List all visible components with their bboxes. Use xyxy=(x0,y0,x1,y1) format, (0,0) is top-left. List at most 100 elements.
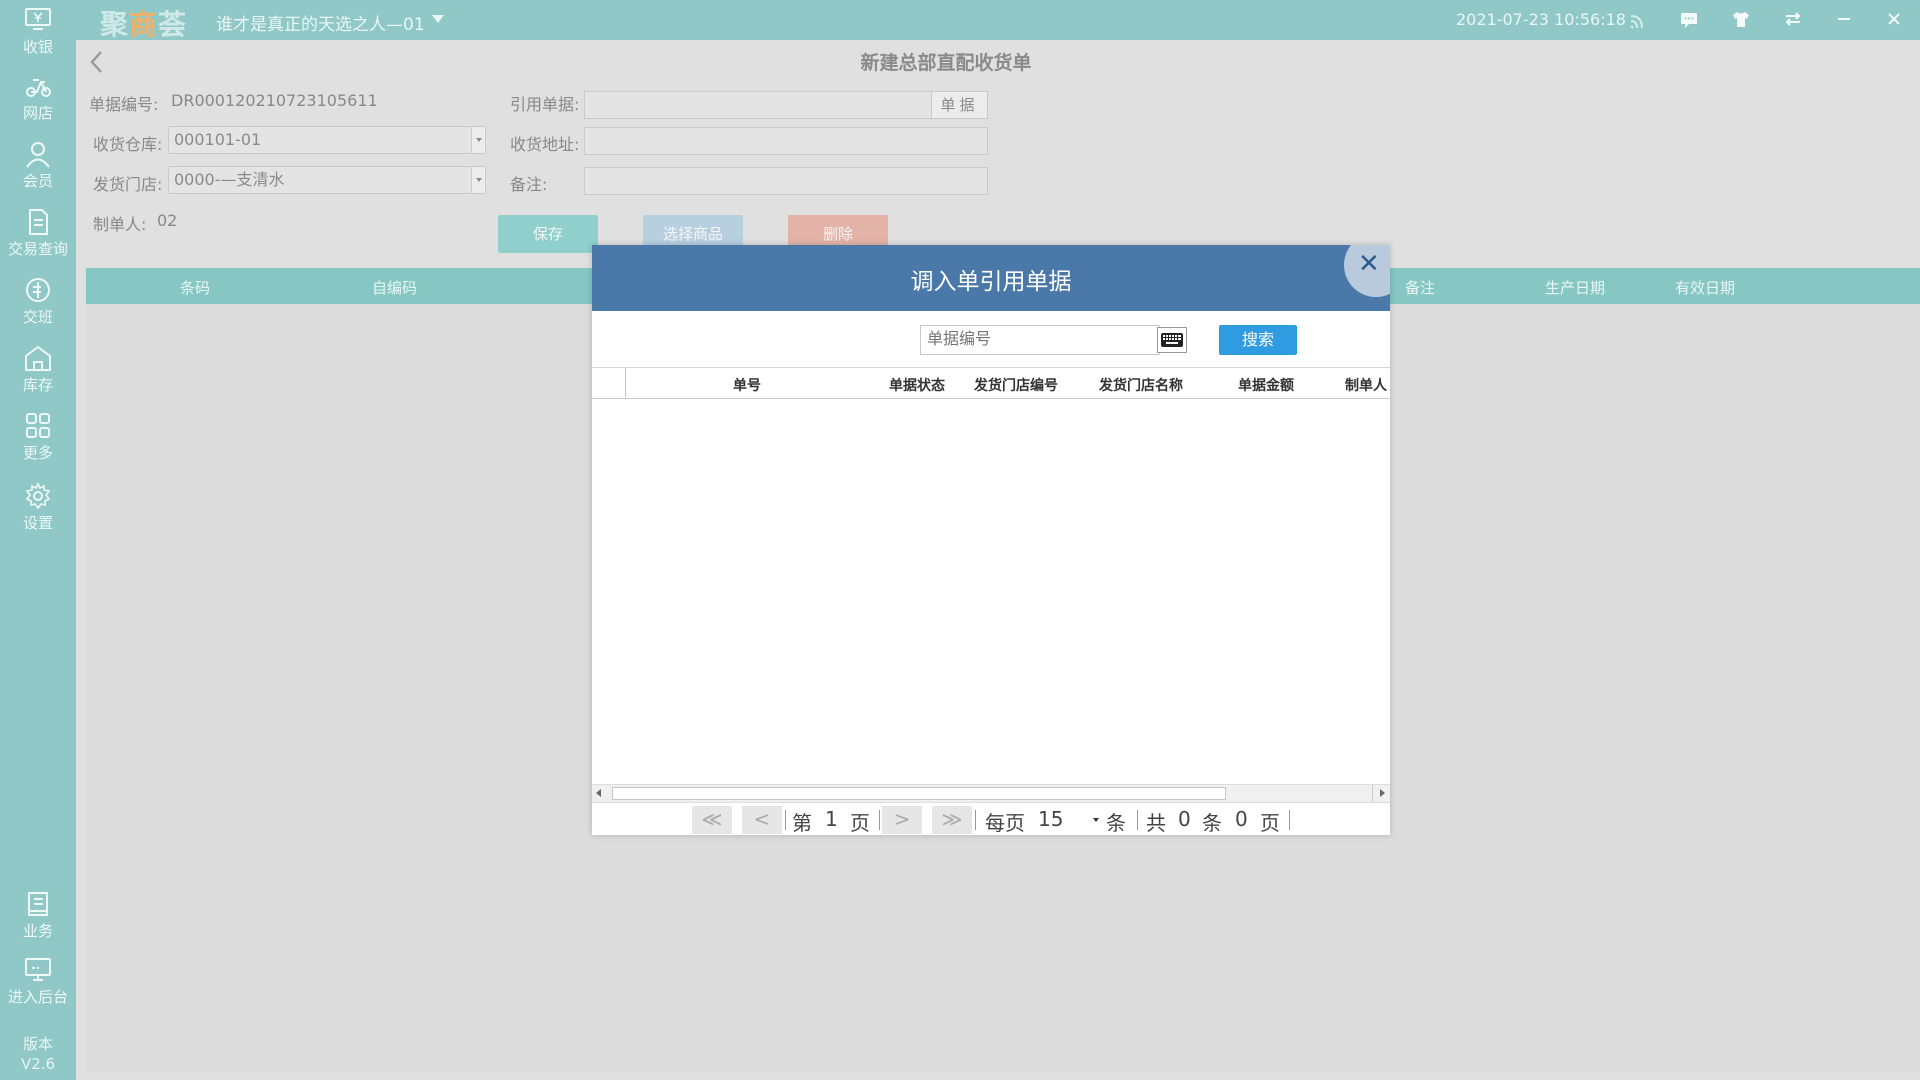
shirt-icon[interactable] xyxy=(1730,8,1754,32)
scroll-right-button[interactable] xyxy=(1372,785,1390,802)
first-page-button[interactable]: ≪ xyxy=(692,806,732,834)
keyboard-icon[interactable] xyxy=(1157,327,1187,353)
sidebar-item-backend[interactable]: 进入后台 xyxy=(0,956,76,1020)
total-pages: 0 xyxy=(1235,807,1248,831)
ref-doc-button[interactable]: 单据 xyxy=(931,92,987,118)
wifi-icon xyxy=(1628,8,1652,32)
page-prefix: 第 xyxy=(792,811,812,835)
minimize-icon[interactable] xyxy=(1833,8,1857,32)
divider xyxy=(1137,810,1138,830)
message-icon[interactable] xyxy=(1678,8,1702,32)
dialog-title: 调入单引用单据 xyxy=(910,269,1072,295)
monitor-icon xyxy=(25,958,51,981)
column-header[interactable]: 条码 xyxy=(180,277,210,298)
dialog-header: 调入单引用单据 ✕ xyxy=(592,245,1390,311)
scroll-right-icon[interactable] xyxy=(1380,789,1385,797)
sidebar-item-label: 设置 xyxy=(22,514,53,532)
sidebar: 收银 网店 会员 交易查询 交班 库存 更多 设置 业务 进入后台 版本 V2.… xyxy=(0,0,76,1080)
app-logo: 聚商荟 xyxy=(100,8,188,41)
total-pages-suffix: 页 xyxy=(1260,811,1280,835)
sidebar-item-label: 会员 xyxy=(22,172,53,190)
per-page-select[interactable]: 15 xyxy=(1038,807,1063,831)
column-header[interactable]: 发货门店编号 xyxy=(974,375,1058,395)
divider xyxy=(1289,810,1290,830)
maker-label: 制单人: xyxy=(93,215,147,234)
address-input[interactable] xyxy=(584,127,988,155)
pagination-bar: ≪ < 第 1 页 > ≫ 每页 15 条 共 0 条 0 页 xyxy=(592,802,1390,835)
reference-table-body xyxy=(592,399,1390,784)
close-icon[interactable] xyxy=(1883,8,1907,32)
version-number: V2.6 xyxy=(20,1055,56,1073)
sidebar-item-more[interactable]: 更多 xyxy=(0,412,76,476)
warehouse-label: 收货仓库: xyxy=(93,135,163,154)
gear-icon xyxy=(25,482,51,510)
column-header[interactable]: 制单人 xyxy=(1345,375,1387,395)
column-header[interactable]: 有效日期 xyxy=(1675,277,1735,298)
divider xyxy=(879,810,880,830)
sidebar-item-member[interactable]: 会员 xyxy=(0,140,76,204)
sidebar-item-inventory[interactable]: 库存 xyxy=(0,344,76,408)
sidebar-item-transactions[interactable]: 交易查询 xyxy=(0,208,76,272)
column-header[interactable]: 自编码 xyxy=(372,277,417,298)
chevron-down-icon[interactable] xyxy=(432,15,444,23)
column-header[interactable]: 单据状态 xyxy=(889,375,945,395)
horizontal-scrollbar[interactable] xyxy=(592,784,1390,802)
current-page-input[interactable]: 1 xyxy=(825,807,838,831)
grid-icon xyxy=(26,413,50,438)
switch-icon[interactable] xyxy=(1782,8,1806,32)
per-page-prefix: 每页 xyxy=(985,811,1025,835)
page-suffix: 页 xyxy=(850,811,870,835)
sidebar-item-label: 业务 xyxy=(22,922,53,940)
sidebar-item-label: 交易查询 xyxy=(7,240,68,258)
total-count-suffix: 条 xyxy=(1202,811,1222,835)
store-select[interactable]: 0000-—支清水 xyxy=(168,166,486,194)
doc-no-search-input[interactable] xyxy=(920,325,1160,355)
column-header[interactable]: 备注 xyxy=(1405,277,1435,298)
divider xyxy=(975,810,976,830)
scooter-icon xyxy=(26,79,51,97)
total-count: 0 xyxy=(1178,807,1191,831)
sidebar-item-business[interactable]: 业务 xyxy=(0,890,76,954)
sidebar-item-cashier[interactable]: 收银 xyxy=(0,6,76,70)
scrollbar-thumb[interactable] xyxy=(612,787,1226,800)
last-page-button[interactable]: ≫ xyxy=(932,806,972,834)
next-page-button[interactable]: > xyxy=(882,806,922,834)
row-header-cell xyxy=(592,368,626,398)
save-button[interactable]: 保存 xyxy=(498,215,598,253)
store-selector[interactable]: 谁才是真正的天选之人—01 xyxy=(216,10,425,35)
column-header[interactable]: 发货门店名称 xyxy=(1099,375,1183,395)
sidebar-item-shift[interactable]: 交班 xyxy=(0,276,76,340)
sidebar-item-label: 进入后台 xyxy=(7,988,68,1006)
sidebar-item-label: 交班 xyxy=(22,308,53,326)
column-header[interactable]: 生产日期 xyxy=(1545,277,1605,298)
shift-icon xyxy=(26,278,50,302)
per-page-suffix: 条 xyxy=(1106,811,1126,835)
doc-no-label: 单据编号: xyxy=(89,95,159,114)
column-header[interactable]: 单据金额 xyxy=(1238,375,1294,395)
warehouse-select[interactable]: 000101-01 xyxy=(168,126,486,154)
total-prefix: 共 xyxy=(1146,811,1166,835)
dropdown-arrow-icon[interactable] xyxy=(471,127,485,153)
prev-page-button[interactable]: < xyxy=(742,806,782,834)
dropdown-arrow-icon[interactable] xyxy=(471,167,485,193)
column-header[interactable]: 单号 xyxy=(733,375,761,395)
chevron-down-icon[interactable] xyxy=(1093,818,1099,822)
sidebar-item-label: 库存 xyxy=(22,376,53,394)
address-label: 收货地址: xyxy=(510,135,580,154)
version-label: 版本 xyxy=(22,1035,53,1053)
ref-doc-input[interactable]: 单据 xyxy=(584,91,988,119)
cashier-icon xyxy=(25,8,51,30)
remark-label: 备注: xyxy=(510,175,548,194)
close-icon: ✕ xyxy=(1358,249,1380,279)
maker-value: 02 xyxy=(157,211,178,230)
scroll-left-icon[interactable] xyxy=(596,789,601,797)
sidebar-item-label: 收银 xyxy=(22,38,53,56)
warehouse-icon xyxy=(25,345,51,371)
search-button[interactable]: 搜索 xyxy=(1219,325,1297,355)
sidebar-item-online-store[interactable]: 网店 xyxy=(0,72,76,136)
remark-input[interactable] xyxy=(584,167,988,195)
store-value: 0000-—支清水 xyxy=(174,170,285,189)
book-icon xyxy=(28,892,48,916)
sidebar-item-settings[interactable]: 设置 xyxy=(0,482,76,546)
store-label: 发货门店: xyxy=(93,175,163,194)
